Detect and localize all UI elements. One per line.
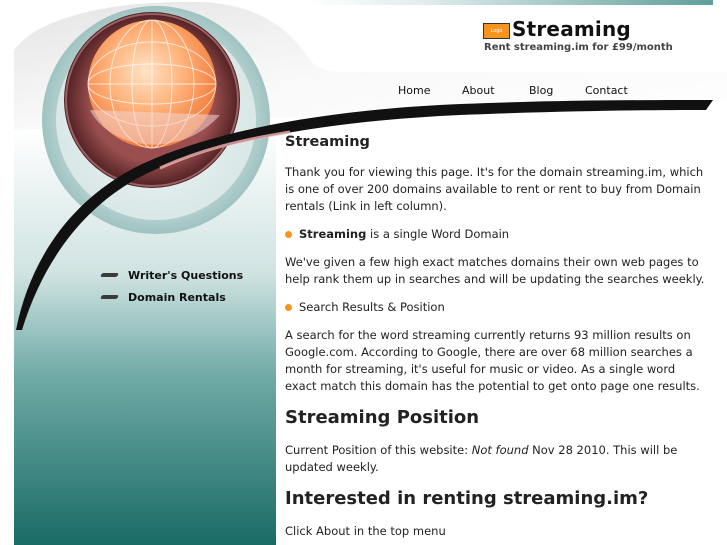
dash-icon [100,273,119,277]
brand: Logo Streaming [483,17,631,41]
dash-icon [100,295,119,299]
bullet-rest: is a single Word Domain [366,227,510,241]
position-paragraph: Current Position of this website: Not fo… [285,442,709,476]
sidebar-nav: Writer's Questions Domain Rentals [100,264,243,308]
page-title: Streaming [285,134,370,150]
search-paragraph: A search for the word streaming currentl… [285,328,700,393]
position-heading: Streaming Position [285,407,480,428]
renting-text: Click About in the top menu [285,524,446,538]
bullet-single-word: Streaming is a single Word Domain [285,226,709,243]
nav-about[interactable]: About [462,84,495,97]
position-value: Not found [471,443,529,457]
nav-home[interactable]: Home [398,84,430,97]
logo[interactable]: Logo [483,23,510,39]
site-title: Streaming [512,17,631,41]
main-content: Streaming Thank you for viewing this pag… [285,132,709,545]
tagline: Rent streaming.im for £99/month [484,42,673,53]
bullet-text: Streaming is a single Word Domain [299,226,509,243]
nav-contact[interactable]: Contact [585,84,628,97]
intro-paragraph: Thank you for viewing this page. It's fo… [285,165,704,213]
bullet-dot-icon [285,231,292,238]
nav-blog[interactable]: Blog [529,84,553,97]
sidebar-link-writers-questions[interactable]: Writer's Questions [128,269,243,282]
logo-text: Logo [490,28,503,34]
position-prefix: Current Position of this website: [285,443,472,457]
bullet-dot-icon [285,304,292,311]
exact-match-paragraph: We've given a few high exact matches dom… [285,255,705,286]
bullet-search-results: Search Results & Position [285,299,709,316]
bullet-text: Search Results & Position [299,300,445,314]
renting-heading: Interested in renting streaming.im? [285,488,649,509]
page: Logo Streaming Rent streaming.im for £99… [0,0,727,545]
sidebar-item-domain-rentals[interactable]: Domain Rentals [100,286,243,308]
bullet-bold: Streaming [299,227,367,241]
sidebar-item-writers-questions[interactable]: Writer's Questions [100,264,243,286]
top-nav: Home About Blog Contact [0,84,727,98]
sidebar-link-domain-rentals[interactable]: Domain Rentals [128,291,226,304]
